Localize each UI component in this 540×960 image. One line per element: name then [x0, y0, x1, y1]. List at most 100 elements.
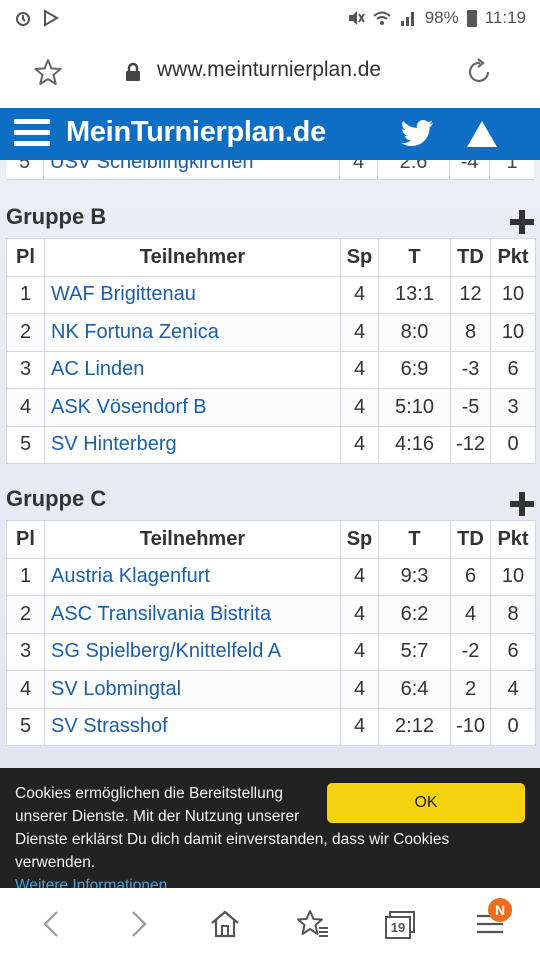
- cell-pl: 3: [6, 632, 45, 671]
- table-row: 4 SV Lobmingtal 4 6:4 2 4: [6, 670, 536, 709]
- cell-pkt: 10: [490, 313, 536, 352]
- team-link[interactable]: WAF Brigittenau: [44, 275, 341, 314]
- team-link[interactable]: USV Scheiblingkirchen: [44, 160, 340, 179]
- cell-pkt: 0: [490, 425, 536, 464]
- header-pkt[interactable]: Pkt: [490, 520, 536, 559]
- header-sp[interactable]: Sp: [340, 238, 379, 277]
- header-t[interactable]: T: [378, 238, 451, 277]
- group-title: Gruppe C: [6, 486, 107, 511]
- header-td[interactable]: TD: [450, 520, 491, 559]
- team-link[interactable]: SG Spielberg/Knittelfeld A: [44, 632, 341, 671]
- table-row: 2 NK Fortuna Zenica 4 8:0 8 10: [6, 313, 536, 352]
- cell-t: 2:12: [378, 707, 451, 746]
- cell-pl: 1: [6, 275, 45, 314]
- cell-sp: 4: [340, 707, 379, 746]
- cell-pkt: 4: [490, 670, 536, 709]
- team-link[interactable]: SV Hinterberg: [44, 425, 341, 464]
- header-pl[interactable]: Pl: [6, 520, 45, 559]
- menu-icon[interactable]: [14, 119, 50, 149]
- cell-sp: 4: [340, 425, 379, 464]
- team-link[interactable]: AC Linden: [44, 350, 341, 389]
- cell-pkt: 0: [490, 707, 536, 746]
- table-row: 5 SV Strasshof 4 2:12 -10 0: [6, 707, 536, 746]
- notification-badge: N: [488, 898, 512, 922]
- cell-pkt: 3: [490, 388, 536, 427]
- site-header: MeinTurnierplan.de: [0, 108, 540, 160]
- header-team[interactable]: Teilnehmer: [44, 520, 341, 559]
- cell-t: 5:10: [378, 388, 451, 427]
- table-row: 3 SG Spielberg/Knittelfeld A 4 5:7 -2 6: [6, 632, 536, 671]
- table-header-row: Pl Teilnehmer Sp T TD Pkt: [6, 520, 536, 559]
- cookie-text-line: Dienste erklärst Du dich damit einversta…: [15, 831, 450, 871]
- expand-plus-icon[interactable]: [510, 492, 534, 516]
- table-row: 5 USV Scheiblingkirchen 4 2:6 -4 1: [6, 160, 534, 180]
- cell-pl: 5: [6, 707, 45, 746]
- header-sp[interactable]: Sp: [340, 520, 379, 559]
- cell-pl: 5: [6, 425, 45, 464]
- header-pkt[interactable]: Pkt: [490, 238, 536, 277]
- team-link[interactable]: NK Fortuna Zenica: [44, 313, 341, 352]
- cell-t: 6:9: [378, 350, 451, 389]
- cell-pkt: 1: [506, 160, 518, 173]
- cell-t: 5:7: [378, 632, 451, 671]
- cell-pkt: 6: [490, 632, 536, 671]
- table-row: 1 WAF Brigittenau 4 13:1 12 10: [6, 275, 536, 314]
- header-t[interactable]: T: [378, 520, 451, 559]
- cell-td: -2: [450, 632, 491, 671]
- cell-t: 4:16: [378, 425, 451, 464]
- cell-td: -12: [450, 425, 491, 464]
- battery-icon: [466, 9, 477, 27]
- twitter-icon[interactable]: [400, 120, 434, 148]
- team-link[interactable]: SV Strasshof: [44, 707, 341, 746]
- team-link[interactable]: ASC Transilvania Bistrita: [44, 595, 341, 634]
- reload-icon[interactable]: [466, 58, 494, 86]
- cell-t: 2:6: [378, 160, 450, 179]
- wifi-icon: [373, 11, 391, 25]
- standings-table: Pl Teilnehmer Sp T TD Pkt 1 Austria Klag…: [6, 520, 536, 746]
- team-link[interactable]: ASK Vösendorf B: [44, 388, 341, 427]
- tabs-button[interactable]: 19: [384, 910, 416, 940]
- cell-td: -5: [450, 388, 491, 427]
- header-team[interactable]: Teilnehmer: [44, 238, 341, 277]
- expand-plus-icon[interactable]: [510, 210, 534, 234]
- cell-sp: 4: [340, 388, 379, 427]
- status-bar: 98% 11:19: [0, 0, 540, 36]
- clock: 11:19: [484, 8, 526, 27]
- forward-icon[interactable]: [122, 908, 154, 940]
- cell-sp: 4: [340, 313, 379, 352]
- mute-icon: [348, 11, 365, 25]
- cell-td: -3: [450, 350, 491, 389]
- table-row: 5 SV Hinterberg 4 4:16 -12 0: [6, 425, 536, 464]
- cell-sp: 4: [340, 595, 379, 634]
- back-icon[interactable]: [36, 908, 68, 940]
- team-link[interactable]: Austria Klagenfurt: [44, 557, 341, 596]
- team-link[interactable]: SV Lobmingtal: [44, 670, 341, 709]
- cell-t: 6:4: [378, 670, 451, 709]
- header-td[interactable]: TD: [450, 238, 491, 277]
- url-field[interactable]: www.meinturnierplan.de: [157, 58, 381, 82]
- cell-td: 2: [450, 670, 491, 709]
- scroll-top-icon[interactable]: [466, 120, 498, 148]
- status-right: 98% 11:19: [347, 8, 526, 28]
- cell-t: 6:2: [378, 595, 451, 634]
- bookmarks-icon[interactable]: [297, 908, 329, 940]
- cookie-banner: Cookies ermöglichen die Bereitstellung u…: [0, 768, 540, 894]
- cell-pl: 1: [6, 557, 45, 596]
- home-icon[interactable]: [209, 908, 241, 940]
- standings-table: Pl Teilnehmer Sp T TD Pkt 1 WAF Brigitte…: [6, 238, 536, 464]
- cell-sp: 4: [340, 632, 379, 671]
- cell-sp: 4: [340, 275, 379, 314]
- bookmark-star-icon[interactable]: [34, 58, 62, 86]
- status-left: [14, 9, 60, 27]
- cell-t: 9:3: [378, 557, 451, 596]
- table-row: 2 ASC Transilvania Bistrita 4 6:2 4 8: [6, 595, 536, 634]
- cell-sp: 4: [340, 557, 379, 596]
- lock-icon: [126, 62, 140, 81]
- cell-td: -4: [450, 160, 490, 179]
- cell-t: 13:1: [378, 275, 451, 314]
- header-pl[interactable]: Pl: [6, 238, 45, 277]
- play-store-icon: [44, 9, 59, 27]
- cell-td: 8: [450, 313, 491, 352]
- cookie-ok-button[interactable]: OK: [327, 783, 525, 823]
- site-title[interactable]: MeinTurnierplan.de: [66, 116, 326, 149]
